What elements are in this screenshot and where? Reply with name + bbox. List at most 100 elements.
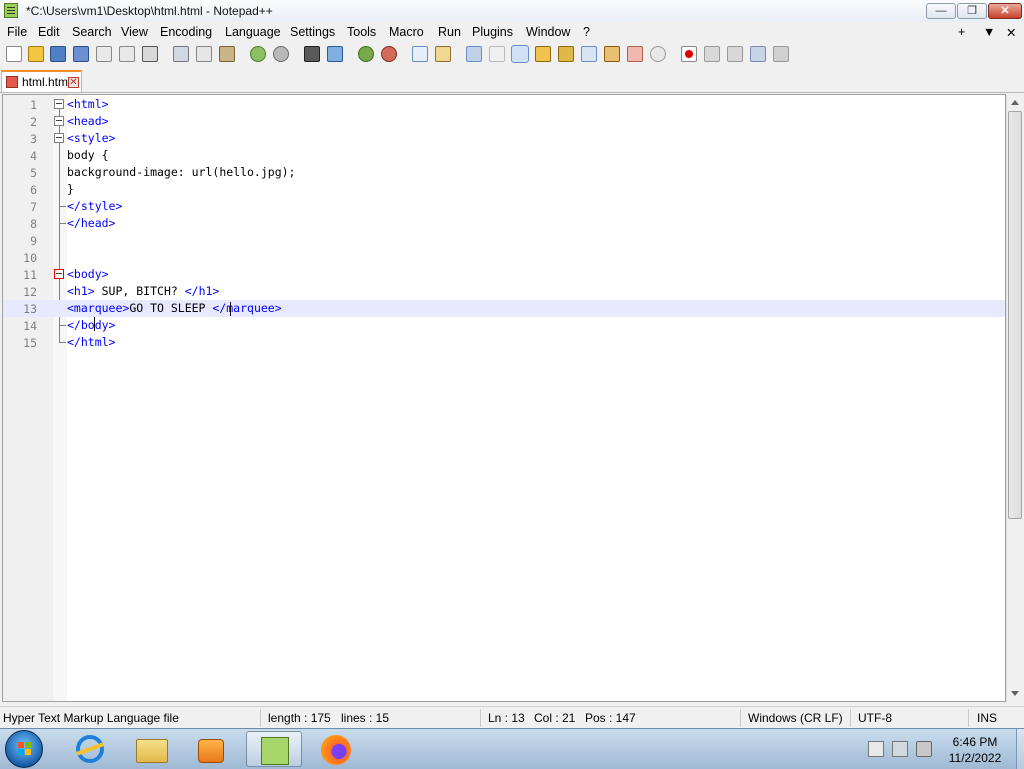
scroll-down-icon[interactable] [1011, 691, 1019, 696]
code-line[interactable]: 7 </style> [3, 198, 1005, 215]
start-button[interactable] [5, 730, 43, 768]
show-desktop-button[interactable] [1016, 729, 1024, 769]
menu-search[interactable]: Search [72, 25, 112, 39]
code-line[interactable]: 3 <style> [3, 130, 1005, 147]
code-line[interactable]: 15 </html> [3, 334, 1005, 351]
stop-recording-icon[interactable] [704, 46, 720, 62]
save-icon[interactable] [50, 46, 66, 62]
code-line[interactable]: 11 <body> [3, 266, 1005, 283]
menu-macro[interactable]: Macro [389, 25, 424, 39]
close-button[interactable]: ✕ [988, 3, 1022, 19]
taskbar-firefox[interactable] [308, 731, 364, 767]
scroll-up-icon[interactable] [1011, 100, 1019, 105]
code-line[interactable]: 14 </body> [3, 317, 1005, 334]
zoom-out-icon[interactable] [381, 46, 397, 62]
code-line[interactable]: 4 body { [3, 147, 1005, 164]
folder-workspace-icon[interactable] [627, 46, 643, 62]
paste-icon[interactable] [219, 46, 235, 62]
code-line[interactable]: 1 <html> [3, 96, 1005, 113]
menu-encoding[interactable]: Encoding [160, 25, 212, 39]
clock[interactable]: 6:46 PM 11/2/2022 [935, 734, 1015, 766]
menu-window[interactable]: Window [526, 25, 570, 39]
code-line[interactable]: 2 <head> [3, 113, 1005, 130]
menu-run[interactable]: Run [438, 25, 461, 39]
user-language-icon[interactable] [535, 46, 551, 62]
code-line[interactable]: 12 <h1> SUP, BITCH? </h1> [3, 283, 1005, 300]
line-number: 3 [30, 132, 37, 146]
action-center-icon[interactable] [868, 741, 884, 757]
find-icon[interactable] [304, 46, 320, 62]
status-encoding[interactable]: UTF-8 [858, 711, 892, 725]
taskbar-media-player[interactable] [182, 731, 238, 767]
clock-date: 11/2/2022 [948, 751, 1002, 765]
redo-icon[interactable] [273, 46, 289, 62]
minimize-button[interactable]: — [926, 3, 956, 19]
vertical-scrollbar[interactable] [1006, 94, 1023, 702]
save-macro-icon[interactable] [773, 46, 789, 62]
run-macro-multiple-icon[interactable] [750, 46, 766, 62]
new-tab-button[interactable]: + [958, 25, 965, 39]
show-all-characters-icon[interactable] [489, 46, 505, 62]
word-wrap-icon[interactable] [466, 46, 482, 62]
menu-edit[interactable]: Edit [38, 25, 60, 39]
tab-close-icon[interactable]: ✕ [68, 77, 79, 88]
code-line[interactable]: 8 </head> [3, 215, 1005, 232]
sync-horizontal-icon[interactable] [435, 46, 451, 62]
doc-list-icon[interactable] [581, 46, 597, 62]
taskbar-notepad-plus-plus[interactable] [246, 731, 302, 767]
fold-toggle-icon[interactable] [54, 133, 64, 143]
taskbar-file-explorer[interactable] [122, 731, 178, 767]
fold-toggle-icon[interactable] [54, 116, 64, 126]
code-line[interactable]: 9 [3, 232, 1005, 249]
undo-icon[interactable] [250, 46, 266, 62]
menu-file[interactable]: File [7, 25, 27, 39]
sync-vertical-icon[interactable] [412, 46, 428, 62]
zoom-in-icon[interactable] [358, 46, 374, 62]
fold-toggle-icon[interactable] [54, 269, 64, 279]
playback-icon[interactable] [727, 46, 743, 62]
copy-icon[interactable] [196, 46, 212, 62]
code-text: background-image: url(hello.jpg); [67, 165, 296, 179]
menu-view[interactable]: View [121, 25, 148, 39]
line-number: 4 [30, 149, 37, 163]
code-text: </html> [67, 335, 116, 349]
menu-plugins[interactable]: Plugins [472, 25, 513, 39]
function-list-icon[interactable] [604, 46, 620, 62]
indent-guide-icon[interactable] [511, 45, 529, 63]
status-mode[interactable]: INS [977, 711, 997, 725]
scrollbar-thumb[interactable] [1008, 111, 1022, 519]
close-all-icon[interactable] [119, 46, 135, 62]
line-number: 6 [30, 183, 37, 197]
menu-language[interactable]: Language [225, 25, 281, 39]
status-pos: Pos : 147 [585, 711, 636, 725]
taskbar-internet-explorer[interactable] [62, 731, 118, 767]
replace-icon[interactable] [327, 46, 343, 62]
close-doc-button[interactable]: ✕ [1006, 25, 1016, 40]
menu-tools[interactable]: Tools [347, 25, 376, 39]
monitoring-icon[interactable] [650, 46, 666, 62]
close-icon[interactable] [96, 46, 112, 62]
volume-icon[interactable] [916, 741, 932, 757]
cut-icon[interactable] [173, 46, 189, 62]
editor-area[interactable]: 1 <html> 2 <head> 3 <style> 4 body { 5 b… [2, 94, 1006, 702]
code-line[interactable]: 10 [3, 249, 1005, 266]
menu-help[interactable]: ? [583, 25, 590, 39]
record-macro-icon[interactable] [681, 46, 697, 62]
code-line[interactable]: 5 background-image: url(hello.jpg); [3, 164, 1005, 181]
line-number: 10 [23, 251, 37, 265]
open-file-icon[interactable] [28, 46, 44, 62]
fold-toggle-icon[interactable] [54, 99, 64, 109]
status-eol[interactable]: Windows (CR LF) [748, 711, 843, 725]
new-file-icon[interactable] [6, 46, 22, 62]
menu-settings[interactable]: Settings [290, 25, 335, 39]
maximize-button[interactable]: ❐ [957, 3, 987, 19]
doc-map-icon[interactable] [558, 46, 574, 62]
print-icon[interactable] [142, 46, 158, 62]
network-icon[interactable] [892, 741, 908, 757]
save-all-icon[interactable] [73, 46, 89, 62]
code-line-current[interactable]: 13 <marquee>GO TO SLEEP </marquee> [3, 300, 1005, 317]
code-line[interactable]: 6 } [3, 181, 1005, 198]
code-text: <style> [67, 131, 116, 145]
tab-html-html[interactable]: html.html ✕ [1, 70, 82, 92]
tab-list-button[interactable]: ▼ [983, 25, 995, 39]
